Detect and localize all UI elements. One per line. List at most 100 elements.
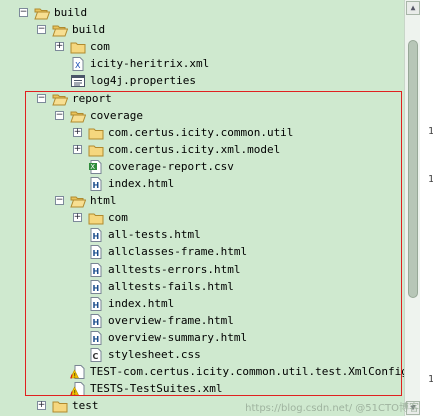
tree-row[interactable]: log4j.properties	[55, 72, 196, 89]
tree-row[interactable]: Hoverview-summary.html	[73, 329, 247, 346]
svg-text:X: X	[75, 61, 81, 70]
folder-icon	[88, 211, 104, 225]
tree-row-label: overview-frame.html	[108, 314, 234, 327]
gutter-mark: 1	[428, 174, 433, 185]
tree-row[interactable]: − report	[37, 90, 112, 107]
xml-warning-file-icon: !	[70, 364, 86, 379]
gutter-mark: 1	[428, 374, 433, 385]
tree-row-label: overview-summary.html	[108, 331, 248, 344]
folder-open-icon	[52, 92, 68, 106]
html-file-icon: H	[88, 176, 104, 191]
tree-row-label: com.certus.icity.common.util	[108, 126, 294, 139]
svg-text:H: H	[93, 301, 100, 310]
folder-icon	[52, 399, 68, 413]
expand-toggle-icon[interactable]: +	[73, 213, 82, 222]
xml-warning-file-icon: !	[70, 381, 86, 396]
svg-text:H: H	[93, 249, 100, 258]
html-file-icon: H	[88, 296, 104, 311]
vertical-scrollbar[interactable]: ▲ ▼	[404, 0, 421, 416]
tree-row-label: com	[108, 211, 128, 224]
collapse-toggle-icon[interactable]: −	[55, 196, 64, 205]
html-file-icon: H	[88, 313, 104, 328]
svg-text:!: !	[74, 372, 76, 379]
tree-row[interactable]: Hindex.html	[73, 295, 174, 312]
svg-text:H: H	[93, 181, 100, 190]
scrollbar-thumb[interactable]	[408, 40, 418, 298]
folder-icon	[70, 40, 86, 54]
tree-row[interactable]: Halltests-fails.html	[73, 278, 234, 295]
tree-row[interactable]: + com.certus.icity.xml.model	[73, 141, 280, 158]
collapse-toggle-icon[interactable]: −	[37, 94, 46, 103]
tree-row-label: build	[54, 6, 88, 19]
tree-row[interactable]: Hindex.html	[73, 175, 174, 192]
tree-row[interactable]: + com	[55, 38, 110, 55]
expand-toggle-icon[interactable]: +	[55, 42, 64, 51]
tree-row-label: test	[72, 399, 99, 412]
tree-row[interactable]: − build	[37, 21, 105, 38]
html-file-icon: H	[88, 262, 104, 277]
html-file-icon: H	[88, 227, 104, 242]
tree-row[interactable]: + com.certus.icity.common.util	[73, 124, 293, 141]
tree-row[interactable]: + com	[73, 209, 128, 226]
project-explorer-tree: − build − build + com Xicity-heritrix.xml log4j…	[0, 0, 404, 416]
tree-row-label: com.certus.icity.xml.model	[108, 143, 281, 156]
css-file-icon: C	[88, 347, 104, 362]
scroll-down-arrow-icon[interactable]: ▼	[406, 401, 420, 415]
tree-row[interactable]: Halltests-errors.html	[73, 261, 240, 278]
tree-row-label: report	[72, 92, 112, 105]
folder-open-icon	[70, 194, 86, 208]
tree-row[interactable]: ! TEST-com.certus.icity.common.util.test.…	[55, 363, 404, 380]
tree-row[interactable]: Cstylesheet.css	[73, 346, 201, 363]
tree-row-label: alltests-fails.html	[108, 280, 234, 293]
tree-row-label: log4j.properties	[90, 74, 196, 87]
tree-row-label: stylesheet.css	[108, 348, 201, 361]
csv-file-icon: X	[88, 159, 104, 174]
tree-row-label: alltests-errors.html	[108, 263, 241, 276]
expand-toggle-icon[interactable]: +	[73, 128, 82, 137]
svg-text:H: H	[93, 335, 100, 344]
html-file-icon: H	[88, 279, 104, 294]
tree-row-label: build	[72, 23, 106, 36]
tree-row-label: index.html	[108, 177, 175, 190]
collapse-toggle-icon[interactable]: −	[37, 25, 46, 34]
collapse-toggle-icon[interactable]: −	[55, 111, 64, 120]
expand-toggle-icon[interactable]: +	[73, 145, 82, 154]
svg-text:H: H	[93, 267, 100, 276]
gutter-mark: 1	[428, 126, 433, 137]
svg-text:!: !	[74, 389, 76, 396]
tree-row[interactable]: Xicity-heritrix.xml	[55, 55, 209, 72]
tree-row-label: icity-heritrix.xml	[90, 57, 210, 70]
expand-toggle-icon[interactable]: +	[37, 401, 46, 410]
folder-open-icon	[52, 23, 68, 37]
tree-row[interactable]: + test	[37, 397, 99, 414]
tree-row-label: coverage-report.csv	[108, 160, 234, 173]
html-file-icon: H	[88, 330, 104, 345]
tree-row[interactable]: Hallclasses-frame.html	[73, 243, 247, 260]
svg-text:H: H	[93, 232, 100, 241]
xml-file-icon: X	[70, 56, 86, 71]
tree-row-label: com	[90, 40, 110, 53]
tree-row[interactable]: Hall-tests.html	[73, 226, 201, 243]
tree-row[interactable]: − build	[19, 4, 87, 21]
tree-row[interactable]: Xcoverage-report.csv	[73, 158, 234, 175]
tree-row-label: TEST-com.certus.icity.common.util.test.X…	[90, 365, 404, 378]
tree-row-label: html	[90, 194, 117, 207]
properties-file-icon	[70, 74, 86, 88]
folder-open-icon	[34, 6, 50, 20]
tree-row-label: coverage	[90, 109, 143, 122]
tree-row[interactable]: ! TESTS-TestSuites.xml	[55, 380, 222, 397]
tree-row-label: allclasses-frame.html	[108, 245, 248, 258]
folder-open-icon	[70, 109, 86, 123]
tree-row[interactable]: Hoverview-frame.html	[73, 312, 234, 329]
tree-row[interactable]: − html	[55, 192, 117, 209]
scroll-up-arrow-icon[interactable]: ▲	[406, 1, 420, 15]
tree-row[interactable]: − coverage	[55, 107, 143, 124]
tree-row-label: index.html	[108, 297, 175, 310]
svg-text:H: H	[93, 284, 100, 293]
folder-icon	[88, 143, 104, 157]
svg-text:H: H	[93, 318, 100, 327]
html-file-icon: H	[88, 244, 104, 259]
svg-text:X: X	[90, 163, 95, 171]
collapse-toggle-icon[interactable]: −	[19, 8, 28, 17]
tree-row-label: TESTS-TestSuites.xml	[90, 382, 223, 395]
